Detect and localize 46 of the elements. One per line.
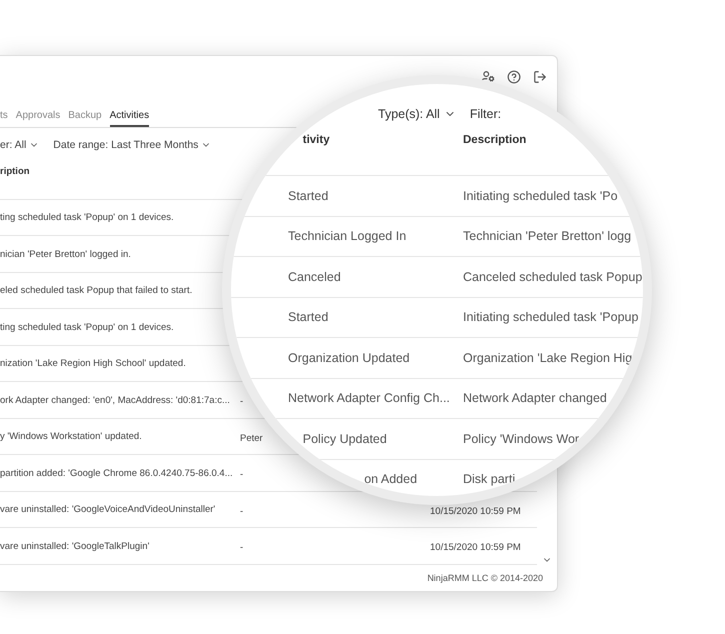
- table-cell-text: vare uninstalled: 'GoogleVoiceAndVideoUninstaller': [0, 504, 216, 516]
- table-cell: -: [240, 542, 244, 554]
- table-cell-text: partition added: 'Google Chrome 86.0.4240.75-86.0.4...: [0, 468, 234, 479]
- copyright-text: NinjaRMM LLC © 2014-2020: [427, 572, 543, 583]
- table-cell: Started: [288, 188, 328, 203]
- table-cell: Organization Updated: [288, 350, 410, 365]
- table-cell: -: [240, 469, 244, 480]
- table-cell-text: Policy Updated: [302, 432, 387, 446]
- tab[interactable]: Activities: [110, 110, 150, 128]
- table-cell-text: ting scheduled task 'Popup' on 1 devices.: [0, 322, 175, 333]
- table-cell: Started: [288, 310, 328, 324]
- tab[interactable]: Approvals: [16, 110, 60, 128]
- filter-dropdown[interactable]: Date range: Last Three Months: [53, 139, 212, 152]
- table-cell: Initiating scheduled task 'Popup: [463, 310, 638, 324]
- column-header: tivity: [302, 134, 331, 148]
- filter-dropdown[interactable]: Type(s): All: [378, 107, 456, 121]
- column-header: Description: [463, 134, 528, 148]
- table-cell: Canceled: [288, 270, 341, 284]
- help-icon[interactable]: [507, 70, 521, 84]
- table-cell: Canceled scheduled task Popup: [463, 270, 642, 284]
- table-cell: 10/15/2020 10:59 PM: [430, 506, 521, 517]
- table-cell-text: nization 'Lake Region High School' updated.: [0, 358, 187, 370]
- table-cell: -: [240, 396, 244, 408]
- table-cell-text: ork Adapter changed: 'en0', MacAddress: 'd0:81:7a:c...: [0, 394, 231, 406]
- tab[interactable]: Backup: [68, 110, 102, 128]
- table-cell: Policy 'Windows Wor: [463, 432, 580, 446]
- filter-dropdown[interactable]: Filter:: [470, 107, 502, 121]
- table-cell: -: [240, 506, 244, 517]
- column-header: ription: [0, 166, 30, 177]
- table-cell-text: on Added: [363, 472, 418, 486]
- table-cell: Network Adapter Config Ch...: [288, 391, 450, 406]
- table-cell: Technician 'Peter Bretton' logg: [463, 229, 632, 244]
- table-cell-text: nician 'Peter Bretton' logged in.: [0, 248, 132, 260]
- table-cell-text: y 'Windows Workstation' updated.: [0, 431, 143, 442]
- table-cell-text: eled scheduled task Popup that failed to start.: [0, 285, 194, 296]
- table-cell-text: ting scheduled task 'Popup' on 1 devices.: [0, 212, 175, 224]
- table-cell-text: vare uninstalled: 'GoogleTalkPlugin': [0, 540, 150, 552]
- sign-out-icon[interactable]: [533, 70, 547, 84]
- table-cell: Network Adapter changed: [463, 391, 607, 406]
- tab[interactable]: ts: [0, 110, 8, 128]
- table-cell: Initiating scheduled task 'Po: [463, 188, 618, 203]
- table-cell: 10/15/2020 10:59 PM: [430, 542, 521, 554]
- table-cell: Technician Logged In: [288, 229, 406, 244]
- table-cell: Peter: [240, 432, 263, 444]
- filter-dropdown[interactable]: er: All: [0, 139, 40, 152]
- table-cell: Disk parti: [463, 472, 516, 486]
